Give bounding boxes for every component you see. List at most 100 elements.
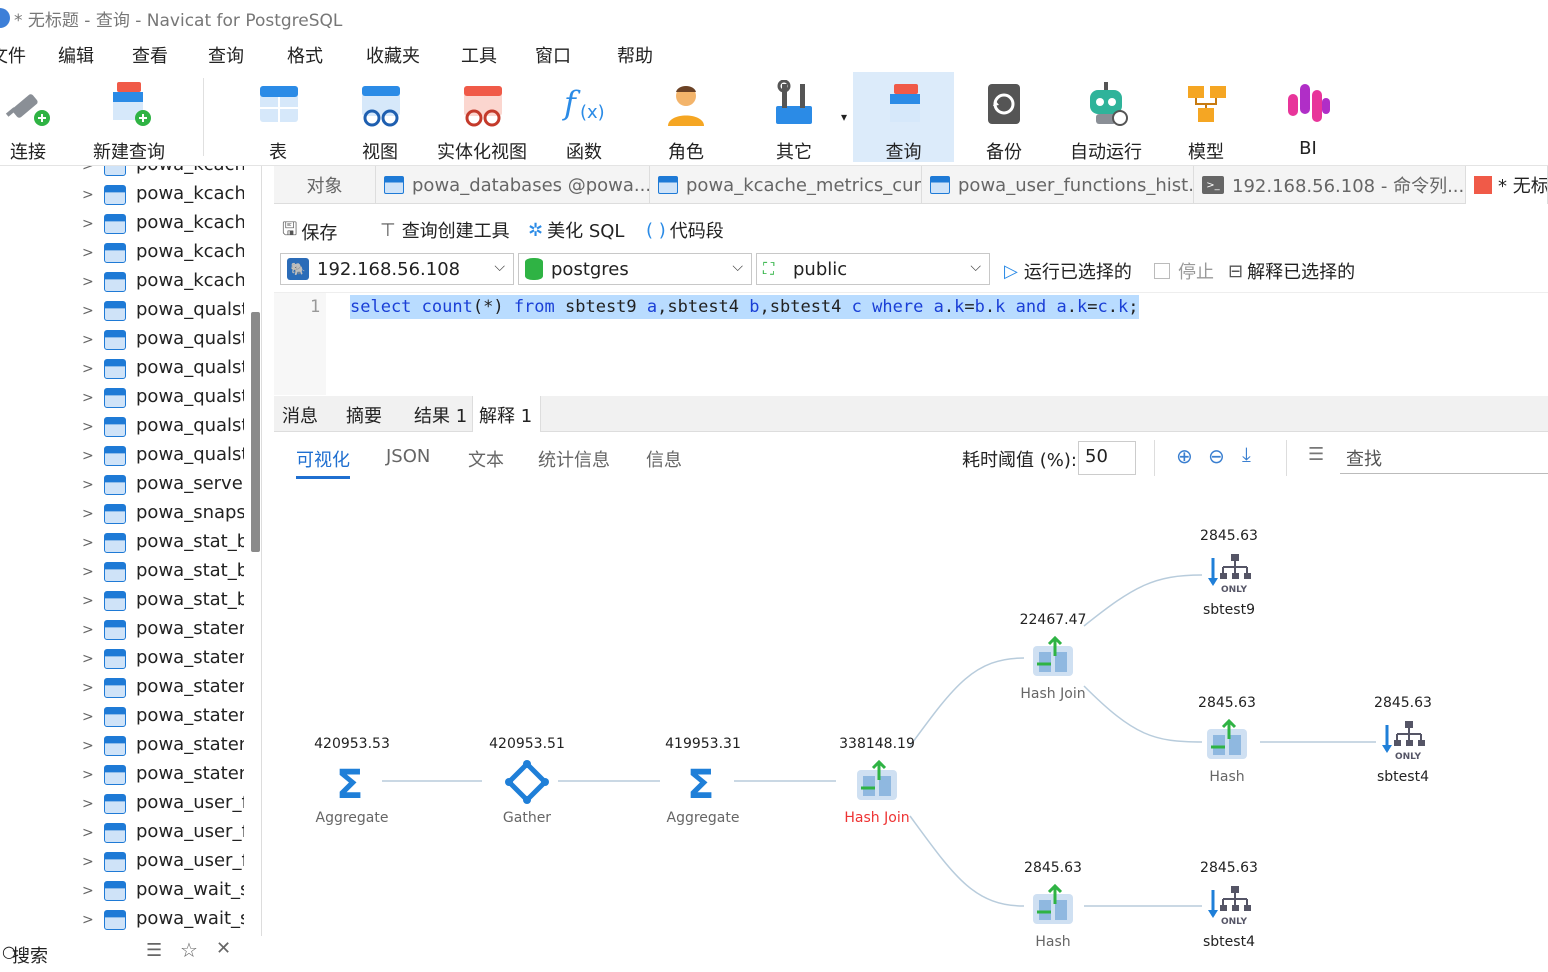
tree-item[interactable]: > powa_snapsl <box>0 500 250 529</box>
chevron-right-icon[interactable]: > <box>82 506 94 522</box>
chevron-right-icon[interactable]: > <box>82 854 94 870</box>
object-tree[interactable]: > powa_kcache > powa_kcache > powa_kcache > pow… <box>0 166 262 970</box>
tab-json[interactable]: JSON <box>386 446 430 467</box>
tree-item[interactable]: > powa_staten <box>0 645 250 674</box>
model-button[interactable]: 模型 <box>1180 72 1232 163</box>
role-button[interactable]: 角色 <box>660 72 712 163</box>
tree-item[interactable]: > powa_staten <box>0 703 250 732</box>
tree-item[interactable]: > powa_server <box>0 471 250 500</box>
table-button[interactable]: 表 <box>252 72 304 163</box>
chevron-right-icon[interactable]: > <box>82 564 94 580</box>
beautify-sql-button[interactable]: ✲ 美化 SQL <box>528 217 624 243</box>
collapse-icon[interactable]: ✕ <box>216 938 231 959</box>
other-button[interactable]: 其它 <box>768 72 820 163</box>
chevron-right-icon[interactable]: > <box>82 303 94 319</box>
plan-node-gather[interactable]: 420953.51 Gather <box>462 736 592 826</box>
connect-button[interactable]: 连接 <box>0 72 56 163</box>
tree-scrollbar[interactable] <box>251 312 260 552</box>
tab-info[interactable]: 信息 <box>646 446 682 472</box>
tab-messages[interactable]: 消息 <box>282 402 318 428</box>
schema-select[interactable]: ⛶ public ⌵ <box>756 253 990 285</box>
chevron-right-icon[interactable]: > <box>82 825 94 841</box>
tree-item[interactable]: > powa_kcache <box>0 239 250 268</box>
explain-plan-canvas[interactable]: 420953.53 Σ Aggregate 420953.51 Gather 4… <box>274 486 1548 970</box>
tree-item[interactable]: > powa_stat_b <box>0 529 250 558</box>
chevron-right-icon[interactable]: > <box>82 448 94 464</box>
tab-result-1[interactable]: 结果 1 <box>414 402 467 428</box>
connection-select[interactable]: 🐘 192.168.56.108 ⌵ <box>280 253 514 285</box>
tree-item[interactable]: > powa_wait_s <box>0 877 250 906</box>
menu-view[interactable]: 查看 <box>132 42 168 68</box>
tree-item[interactable]: > powa_kcache <box>0 181 250 210</box>
chevron-right-icon[interactable]: > <box>82 622 94 638</box>
plan-node-seq-scan-sbtest4-b[interactable]: 2845.63 ONLY sbtest4 <box>1164 860 1294 950</box>
tab-summary[interactable]: 摘要 <box>346 402 382 428</box>
chevron-right-icon[interactable]: > <box>82 709 94 725</box>
tab-powa-databases[interactable]: powa_databases @powa.... <box>376 166 650 204</box>
tree-item[interactable]: > powa_user_f <box>0 819 250 848</box>
tree-item[interactable]: > powa_qualst <box>0 413 250 442</box>
chevron-right-icon[interactable]: > <box>82 477 94 493</box>
zoom-in-icon[interactable]: ⊕ <box>1176 444 1193 468</box>
plan-node-hash-join-top[interactable]: 22467.47 Hash Join <box>988 612 1118 702</box>
tab-objects[interactable]: 对象 <box>274 166 376 204</box>
sql-code-line[interactable]: select count(*) from sbtest9 a,sbtest4 b… <box>350 295 1139 319</box>
plan-node-aggregate-2[interactable]: 419953.31 Σ Aggregate <box>638 736 768 826</box>
chevron-right-icon[interactable]: > <box>82 680 94 696</box>
tab-command-line[interactable]: >_ 192.168.56.108 - 命令列... <box>1194 166 1466 204</box>
view-button[interactable]: 视图 <box>354 72 406 163</box>
materialized-view-button[interactable]: 实体化视图 <box>434 72 530 163</box>
chevron-right-icon[interactable]: > <box>82 912 94 928</box>
tree-item[interactable]: > powa_wait_s <box>0 906 250 935</box>
plan-node-hash-join-main[interactable]: 338148.19 Hash Join <box>812 736 942 826</box>
tree-item[interactable]: > powa_staten <box>0 761 250 790</box>
filter-icon[interactable]: ☰ <box>146 940 162 961</box>
chevron-right-icon[interactable]: > <box>82 651 94 667</box>
tree-item[interactable]: > powa_qualst <box>0 384 250 413</box>
chevron-right-icon[interactable]: > <box>82 390 94 406</box>
tab-stats[interactable]: 统计信息 <box>538 446 610 472</box>
plan-search-input[interactable]: 查找 <box>1340 442 1548 474</box>
tree-item[interactable]: > powa_stat_b <box>0 587 250 616</box>
chevron-right-icon[interactable]: > <box>82 274 94 290</box>
download-icon[interactable]: ⤓ <box>1242 442 1251 466</box>
chevron-right-icon[interactable]: > <box>82 187 94 203</box>
menu-query[interactable]: 查询 <box>208 42 244 68</box>
chevron-right-icon[interactable]: > <box>82 166 94 174</box>
zoom-out-icon[interactable]: ⊖ <box>1208 444 1225 468</box>
menu-help[interactable]: 帮助 <box>617 42 653 68</box>
chevron-right-icon[interactable]: > <box>82 332 94 348</box>
menu-format[interactable]: 格式 <box>287 42 323 68</box>
chevron-right-icon[interactable]: > <box>82 883 94 899</box>
save-button[interactable]: 🖫 保存 <box>282 217 337 247</box>
tree-item[interactable]: > powa_qualst <box>0 442 250 471</box>
menu-favorites[interactable]: 收藏夹 <box>366 42 420 68</box>
threshold-input[interactable]: 50 <box>1078 441 1136 475</box>
tree-item[interactable]: > powa_user_f <box>0 790 250 819</box>
filter-icon[interactable]: ☰ <box>1308 444 1324 465</box>
chevron-right-icon[interactable]: > <box>82 361 94 377</box>
run-selected-button[interactable]: ▷ 运行已选择的 <box>1004 258 1132 284</box>
chevron-right-icon[interactable]: > <box>82 245 94 261</box>
query-builder-button[interactable]: ⊤ 查询创建工具 <box>380 217 510 243</box>
menu-window[interactable]: 窗口 <box>535 42 571 68</box>
star-icon[interactable]: ☆ <box>180 938 198 962</box>
tab-untitled-query[interactable]: * 无标 <box>1466 166 1548 204</box>
menu-edit[interactable]: 编辑 <box>58 42 94 68</box>
tree-item[interactable]: > powa_kcache <box>0 210 250 239</box>
chevron-right-icon[interactable]: > <box>82 767 94 783</box>
tree-item[interactable]: > powa_qualst <box>0 297 250 326</box>
tree-item[interactable]: > powa_user_f <box>0 848 250 877</box>
tree-item[interactable]: > powa_qualst <box>0 355 250 384</box>
tree-item[interactable]: > powa_staten <box>0 674 250 703</box>
new-query-button[interactable]: 新建查询 <box>88 72 170 163</box>
plan-node-aggregate-1[interactable]: 420953.53 Σ Aggregate <box>287 736 417 826</box>
plan-node-seq-scan-sbtest9[interactable]: 2845.63 ONLY sbtest9 <box>1164 528 1294 618</box>
stop-button[interactable]: 停止 <box>1154 258 1214 284</box>
chevron-right-icon[interactable]: > <box>82 593 94 609</box>
chevron-right-icon[interactable]: > <box>82 738 94 754</box>
tab-text[interactable]: 文本 <box>468 446 504 472</box>
plan-node-hash-mid[interactable]: 2845.63 Hash <box>1162 695 1292 785</box>
chevron-right-icon[interactable]: > <box>82 796 94 812</box>
backup-button[interactable]: 备份 <box>976 72 1032 163</box>
